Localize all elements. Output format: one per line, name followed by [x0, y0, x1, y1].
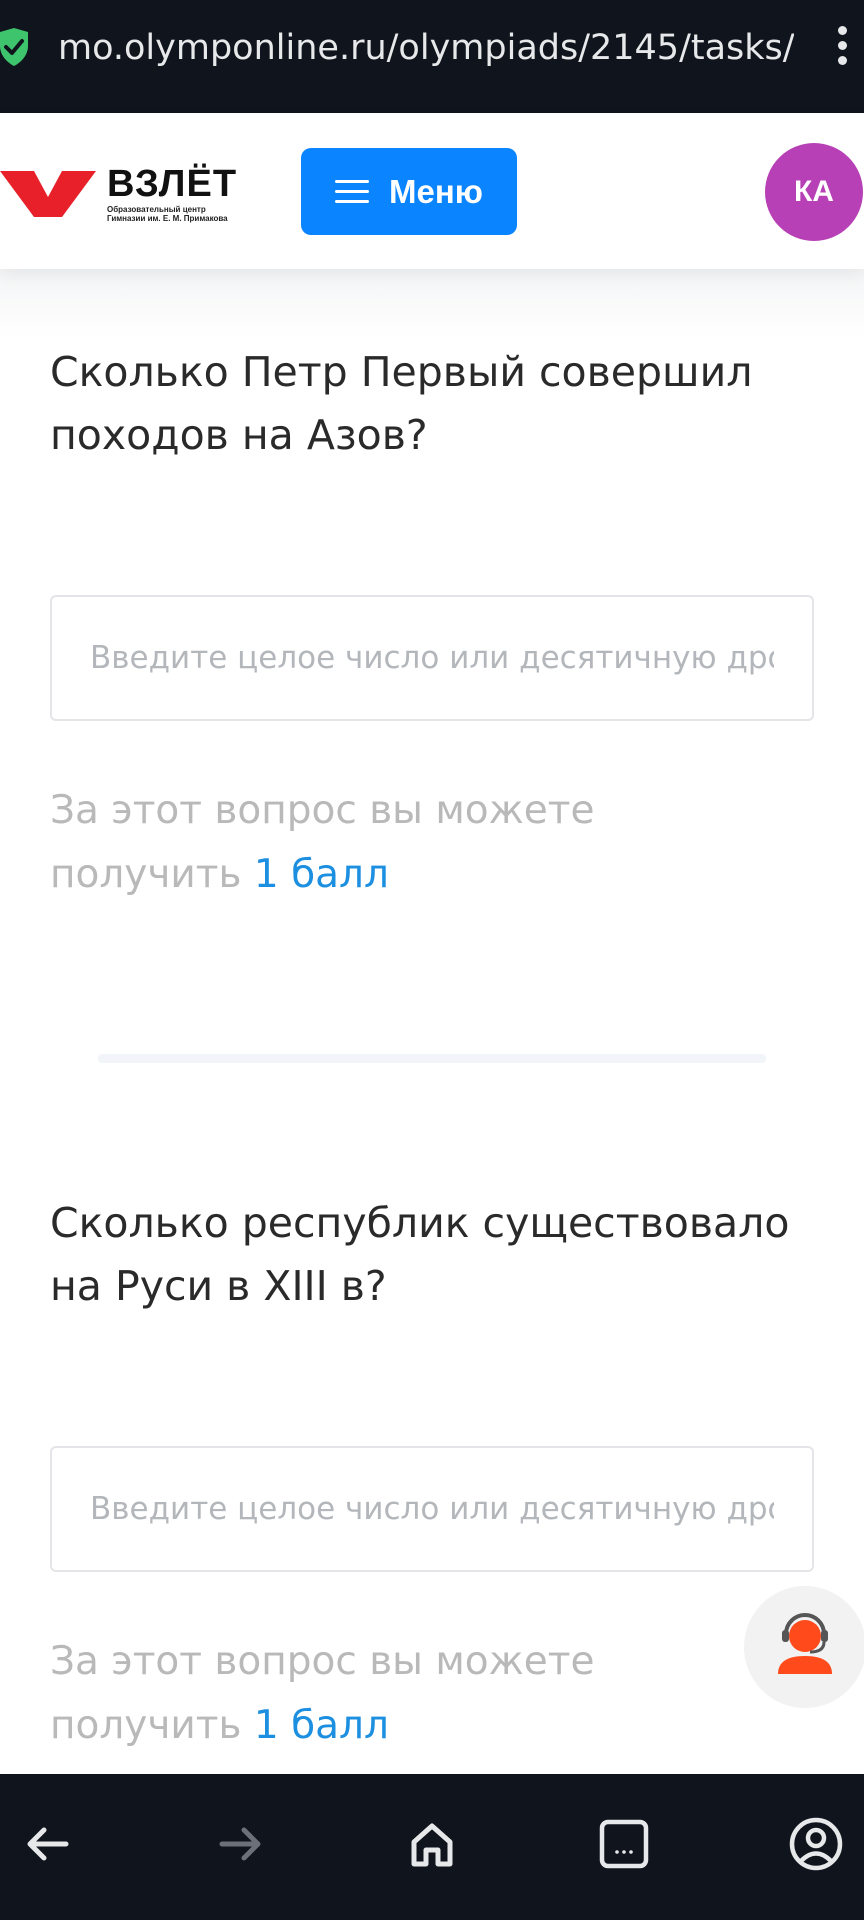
- home-icon[interactable]: [402, 1814, 462, 1874]
- logo-title: ВЗЛЁТ: [107, 163, 238, 205]
- tabs-icon[interactable]: [594, 1814, 654, 1874]
- menu-button-label: Меню: [389, 172, 483, 210]
- url-text[interactable]: mo.olymponline.ru/olympiads/2145/tasks/: [58, 24, 794, 72]
- question-2-points: За этот вопрос вы можете получить 1 балл: [50, 1630, 690, 1758]
- support-agent-icon: [778, 1613, 832, 1674]
- logo-subtitle-line: Образовательный центр: [107, 205, 206, 214]
- hamburger-icon: [335, 173, 370, 210]
- arrow-right-icon[interactable]: [210, 1814, 270, 1874]
- points-value: 1 балл: [253, 852, 389, 897]
- question-1-text: Сколько Петр Первый совершил походов на …: [50, 348, 753, 459]
- menu-button[interactable]: Меню: [301, 148, 517, 235]
- tasks-content: Сколько Петр Первый совершил походов на …: [0, 269, 864, 1774]
- points-value: 1 балл: [253, 1703, 389, 1748]
- logo-subtitle: Образовательный центр Гимназии им. Е. М.…: [107, 205, 257, 223]
- vzlet-logo[interactable]: ВЗЛЁТ Образовательный центр Гимназии им.…: [0, 163, 250, 233]
- browser-bottom-nav: [0, 1774, 864, 1920]
- support-button[interactable]: [744, 1586, 864, 1708]
- logo-check-mark-icon: [0, 171, 96, 217]
- account-icon[interactable]: [786, 1814, 846, 1874]
- question-2-text: Сколько республик существовало на Руси в…: [50, 1199, 790, 1310]
- site-header: ВЗЛЁТ Образовательный центр Гимназии им.…: [0, 113, 864, 269]
- avatar[interactable]: КА: [765, 143, 863, 241]
- question-2-answer-input[interactable]: [50, 1446, 814, 1572]
- question-divider: [98, 1054, 766, 1063]
- logo-subtitle-line: Гимназии им. Е. М. Примакова: [107, 214, 228, 223]
- arrow-left-icon[interactable]: [18, 1814, 78, 1874]
- kebab-menu-icon[interactable]: [828, 22, 856, 72]
- question-1-points: За этот вопрос вы можете получить 1 балл: [50, 779, 690, 907]
- browser-url-bar: mo.olymponline.ru/olympiads/2145/tasks/: [0, 0, 864, 113]
- shield-check-icon: [0, 28, 28, 66]
- question-1-answer-input[interactable]: [50, 595, 814, 721]
